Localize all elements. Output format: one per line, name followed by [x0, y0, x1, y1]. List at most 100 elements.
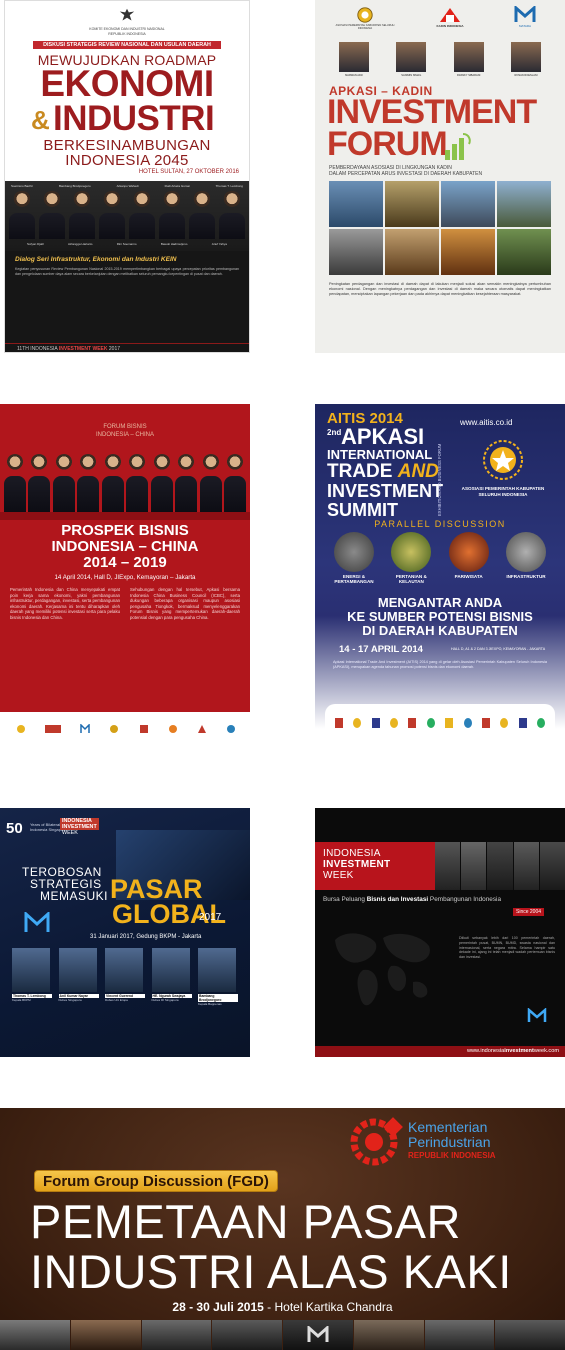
sponsor-logo-icon: [408, 718, 417, 728]
grid-photo: [385, 181, 439, 227]
sponsor-logos: [16, 724, 236, 734]
apkasi-emblem-icon: [483, 440, 523, 480]
sponsor-logo-icon: [335, 718, 343, 728]
title-block: INDONESIA INVESTMENT WEEK: [315, 842, 435, 890]
speaker-photo: [39, 191, 65, 239]
website-post: week.com: [533, 1048, 559, 1054]
speaker-photo: [101, 454, 124, 512]
headline-line2: KE SUMBER POTENSI BISNIS: [347, 609, 533, 624]
sponsor-logo-icon: [353, 718, 362, 728]
matara-m-icon: [307, 1326, 329, 1342]
speaker-name: Arief Yahya: [211, 242, 227, 246]
sponsor-logo-icon: [463, 718, 472, 728]
apkasi-emblem-icon: [357, 7, 373, 23]
title-line4: INVESTMENT: [327, 481, 444, 501]
speaker-name: Bambang Brodjonegoro: [198, 994, 238, 1002]
strip-photo: [539, 842, 565, 890]
speaker-role: Dubes Singapura: [58, 998, 82, 1002]
kemenperin-gear-icon: [350, 1117, 403, 1166]
topic[interactable]: ENERGI & PERTAMBANGAN: [329, 532, 379, 584]
website-link[interactable]: www.indonesiainvestmentweek.com: [467, 1048, 559, 1054]
matara-m-icon: [514, 6, 536, 22]
speaker-photo: [9, 191, 35, 239]
title-line5: SUMMIT: [327, 500, 398, 520]
strip-photo: [353, 1320, 424, 1350]
title-line1: INVESTMENT: [327, 93, 537, 131]
date-big: 14 - 17 APRIL 2014: [339, 644, 423, 655]
sponsor-logo-icon: [518, 718, 527, 728]
apkasi-logo-text: ASOSIASI PEMERINTAH KABUPATEN SELURUH IN…: [335, 24, 395, 31]
website-pre: www.indonesia: [466, 1048, 505, 1054]
poster-indonesia-investment-week[interactable]: INDONESIA INVESTMENT WEEK Bursa Peluang …: [315, 808, 565, 1057]
matara-logo-text: MATARA: [518, 24, 532, 28]
speaker-name: Soetrisno Bachir: [11, 184, 34, 188]
header-org: KOMITE EKONOMI DAN INDUSTRI NASIONAL REP…: [89, 27, 165, 36]
garuda-icon: [119, 8, 135, 21]
sponsor-logo-icon: [168, 725, 177, 733]
ministry-line3: REPUBLIK INDONESIA: [408, 1151, 496, 1160]
ministry-line1: Kementerian: [408, 1119, 488, 1135]
apkasi-logo: ASOSIASI PEMERINTAH KABUPATEN SELURUH IN…: [335, 6, 395, 30]
speaker-photo: [199, 454, 222, 512]
tagline: Bursa Peluang Bisnis dan Investasi Pemba…: [323, 896, 501, 903]
speaker-photos: [9, 191, 245, 239]
poster-forum-bisnis-indonesia-china[interactable]: FORUM BISNIS INDONESIA – CHINA PROSPEK B…: [0, 404, 250, 757]
headline-line3: DI DAERAH KABUPATEN: [362, 623, 518, 638]
speaker-photo: [198, 948, 236, 992]
grid-photo: [329, 229, 383, 275]
speaker-photo: [150, 454, 173, 512]
speaker-photo: [151, 948, 190, 992]
speaker-name: Bambang Brodjonegoro: [58, 184, 91, 188]
kicker: FORUM BISNIS INDONESIA – CHINA: [95, 424, 154, 438]
poster-pemetaan-pasar-industri-alas-kaki[interactable]: Kementerian Perindustrian REPUBLIK INDON…: [0, 1108, 565, 1350]
poster-roadmap-ekonomi-industri[interactable]: KOMITE EKONOMI DAN INDUSTRI NASIONAL REP…: [4, 0, 250, 353]
sponsor-logo-icon: [197, 725, 206, 733]
speaker-photo: [28, 454, 51, 512]
speaker-photo: [12, 948, 50, 992]
speaker-photo: [58, 948, 97, 992]
speaker: FRANKY SIBARANI: [446, 42, 492, 77]
sponsor-logo-icon: [110, 725, 119, 733]
date: 31 Januari 2017, Gedung BKPM - Jakarta: [90, 934, 202, 940]
matara-m-icon: [24, 912, 50, 932]
speaker-names-top: Soetrisno Bachir Bambang Brodjonegoro Ar…: [11, 184, 243, 189]
kadin-logo-text: KADIN INDONESIA: [436, 24, 464, 28]
speaker-photo: [219, 191, 245, 239]
speaker-photo: [99, 191, 125, 239]
sponsor-logo-icon: [226, 725, 235, 733]
speaker-row: Thomas T. Lembong Kepala BKPM Anil Kumar…: [12, 948, 238, 1006]
body-text: Kegiatan penyusunan Review Pembangunan N…: [15, 267, 239, 276]
title-line1: INDONESIA: [323, 848, 381, 859]
title-line5: INDONESIA 2045: [65, 152, 189, 169]
speaker-photo: [159, 191, 185, 239]
speaker: Vincent Guerend Dubes Uni Eropa: [105, 948, 145, 1006]
topic[interactable]: PERTANIAN & KELAUTAN: [386, 532, 436, 584]
grid-photo: [497, 229, 551, 275]
poster-apkasi-kadin-investment-forum[interactable]: ASOSIASI PEMERINTAH KABUPATEN SELURUH IN…: [315, 0, 565, 353]
strip-photo: [212, 1320, 282, 1350]
poster-aitis-2014[interactable]: AITIS 2014 www.aitis.co.id 2nd APKASI IN…: [315, 404, 565, 757]
speaker-name: FRANKY SIBARANI: [457, 74, 481, 77]
topic-label: PARIWISATA: [454, 574, 483, 579]
body-text: Apkasi International Trade And Investmen…: [333, 660, 547, 669]
topic[interactable]: INFRASTRUKTUR: [501, 532, 551, 584]
title-line3: MEMASUKI: [40, 889, 109, 903]
grid-photo: [385, 229, 439, 275]
title-line2: INDUSTRI ALAS KAKI: [30, 1245, 512, 1298]
poster-pasar-global-2017[interactable]: 50 Years of Bilateral Indonesia Singapor…: [0, 808, 250, 1057]
topic-photo: [448, 532, 489, 572]
subtitle: PEMBERDAYAAN ASOSIASI DI LINGKUNGAN KADI…: [329, 165, 483, 178]
speaker: Anil Kumar Nayar Dubes Singapura: [58, 948, 99, 1006]
topic[interactable]: PARIWISATA: [444, 532, 494, 584]
title-line2: EKONOMI: [40, 63, 214, 104]
body-right: Sehubungan dengan hal tersebut, Apkasi b…: [130, 587, 240, 620]
sponsor-strip: [0, 712, 250, 757]
title-line1: PEMETAAN PASAR: [30, 1195, 461, 1248]
title-line3: INDUSTRI: [53, 99, 215, 138]
sponsor-logo-icon: [500, 718, 509, 728]
title-line2: INDONESIA – CHINA: [51, 538, 199, 555]
title-line3: WEEK: [323, 870, 354, 881]
strip-photo: [461, 842, 487, 890]
date: 14 April 2014, Hall D, JIExpo, Kemayoran…: [54, 574, 196, 581]
speaker-row: [4, 444, 246, 512]
